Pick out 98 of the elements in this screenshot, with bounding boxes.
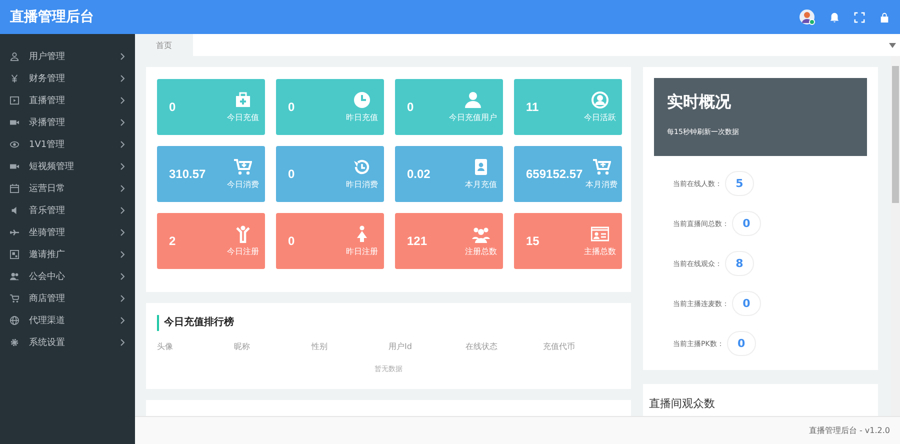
column-header: 用户Id [388, 341, 413, 352]
stat-label: 注册总数 [465, 246, 497, 257]
sidebar-item[interactable]: 商店管理 [0, 287, 135, 309]
sidebar-item[interactable]: 录播管理 [0, 111, 135, 133]
chevron-icon [120, 294, 125, 302]
chevron-icon [120, 316, 125, 324]
stat-label: 本月充值 [465, 179, 497, 190]
sidebar-item[interactable]: 运营日常 [0, 177, 135, 199]
chevron-icon [120, 52, 125, 60]
video-frame-icon [10, 96, 19, 104]
cart-icon [10, 294, 19, 302]
sidebar-item[interactable]: 音乐管理 [0, 199, 135, 221]
eye-icon [10, 140, 19, 148]
chevron-icon [120, 184, 125, 192]
fullscreen-icon[interactable] [854, 12, 865, 22]
column-header: 昵称 [234, 341, 252, 352]
stat-label: 今日充值 [227, 112, 259, 123]
clock-icon [353, 91, 371, 109]
stat-value: 11 [526, 100, 540, 114]
stat-label: 昨日注册 [346, 246, 378, 257]
section-title: 今日充值排行榜 [157, 315, 620, 331]
stat-value: 121 [407, 234, 428, 248]
stat-label: 主播总数 [584, 246, 616, 257]
sidebar-item[interactable]: 公会中心 [0, 265, 135, 287]
calendar-icon [10, 184, 19, 192]
chevron-icon [120, 118, 125, 126]
panel-title: 直播间观众数 [649, 397, 715, 410]
metric-value: 8 [725, 251, 754, 276]
stat-value: 659152.57 [526, 167, 583, 181]
stat-value: 2 [169, 234, 177, 248]
sidebar-item[interactable]: 财务管理 [0, 67, 135, 89]
stat-label: 今日充值用户 [449, 112, 497, 123]
stat-label: 今日活跃 [584, 112, 616, 123]
sidebar-item[interactable]: 邀请推广 [0, 243, 135, 265]
history-icon [353, 158, 371, 176]
sidebar-item[interactable]: 代理渠道 [0, 309, 135, 331]
stat-value: 0 [169, 100, 177, 114]
cart-icon [234, 158, 252, 176]
metric-value: 0 [732, 291, 761, 316]
avatar-icon[interactable] [799, 9, 815, 25]
users-icon [10, 272, 19, 280]
camera-icon [10, 162, 19, 170]
sidebar-item[interactable]: 系统设置 [0, 331, 135, 353]
chevron-icon [120, 162, 125, 170]
contact-book-icon [472, 158, 490, 176]
stat-label: 今日注册 [227, 246, 259, 257]
caret-icon [889, 42, 896, 48]
bell-icon[interactable] [829, 12, 840, 22]
chevron-icon [120, 272, 125, 280]
sidebar-item[interactable]: 短视频管理 [0, 155, 135, 177]
stat-value: 0 [288, 100, 296, 114]
chevron-icon [120, 140, 125, 148]
globe-icon [10, 316, 19, 324]
chevron-icon [120, 206, 125, 214]
child-icon [234, 225, 252, 243]
user-icon [464, 91, 482, 109]
column-header: 头像 [157, 341, 174, 352]
stat-label: 昨日消费 [346, 179, 378, 190]
lock-icon[interactable] [879, 12, 890, 22]
cart-icon [592, 158, 611, 176]
id-card-icon [591, 225, 609, 243]
gear-icon [10, 338, 19, 346]
metric-value: 0 [726, 331, 756, 356]
sidebar-item[interactable]: 1V1管理 [0, 133, 135, 155]
stat-label: 今日消费 [227, 179, 259, 190]
stat-value: 310.57 [169, 167, 207, 181]
chevron-icon [120, 228, 125, 236]
chevron-icon [120, 74, 125, 82]
column-header: 充值代币 [542, 341, 576, 352]
stat-value: 0 [407, 100, 415, 114]
column-header: 性别 [311, 341, 328, 352]
stat-value: 0 [288, 234, 296, 248]
sidebar-item[interactable]: 直播管理 [0, 89, 135, 111]
chevron-icon [120, 338, 125, 346]
user-circle-icon [591, 91, 609, 109]
column-header: 在线状态 [466, 341, 499, 352]
qr-icon [10, 250, 19, 258]
group-icon [472, 225, 490, 243]
metric-value: 0 [732, 211, 761, 236]
chevron-icon [120, 250, 125, 258]
camera-icon [10, 118, 19, 126]
footer-text: 直播管理后台 - v1.2.0 [808, 425, 890, 436]
sidebar-item[interactable]: 坐骑管理 [0, 221, 135, 243]
metric-value: 5 [725, 171, 754, 196]
speaker-icon [10, 206, 19, 214]
chevron-icon [120, 96, 125, 104]
scrollbar-thumb[interactable] [892, 66, 899, 203]
realtime-title: 实时概况 [667, 92, 731, 111]
stat-value: 15 [526, 234, 540, 248]
medical-box-icon [234, 91, 252, 109]
sidebar-item[interactable]: 用户管理 [0, 45, 135, 67]
yen-icon [10, 74, 19, 82]
stat-label: 昨日充值 [346, 112, 378, 123]
stat-value: 0.02 [407, 167, 432, 181]
app-title: 直播管理后台 [10, 8, 95, 26]
stat-value: 0 [288, 167, 296, 181]
stat-label: 本月消费 [586, 179, 618, 190]
user-icon [10, 52, 19, 60]
